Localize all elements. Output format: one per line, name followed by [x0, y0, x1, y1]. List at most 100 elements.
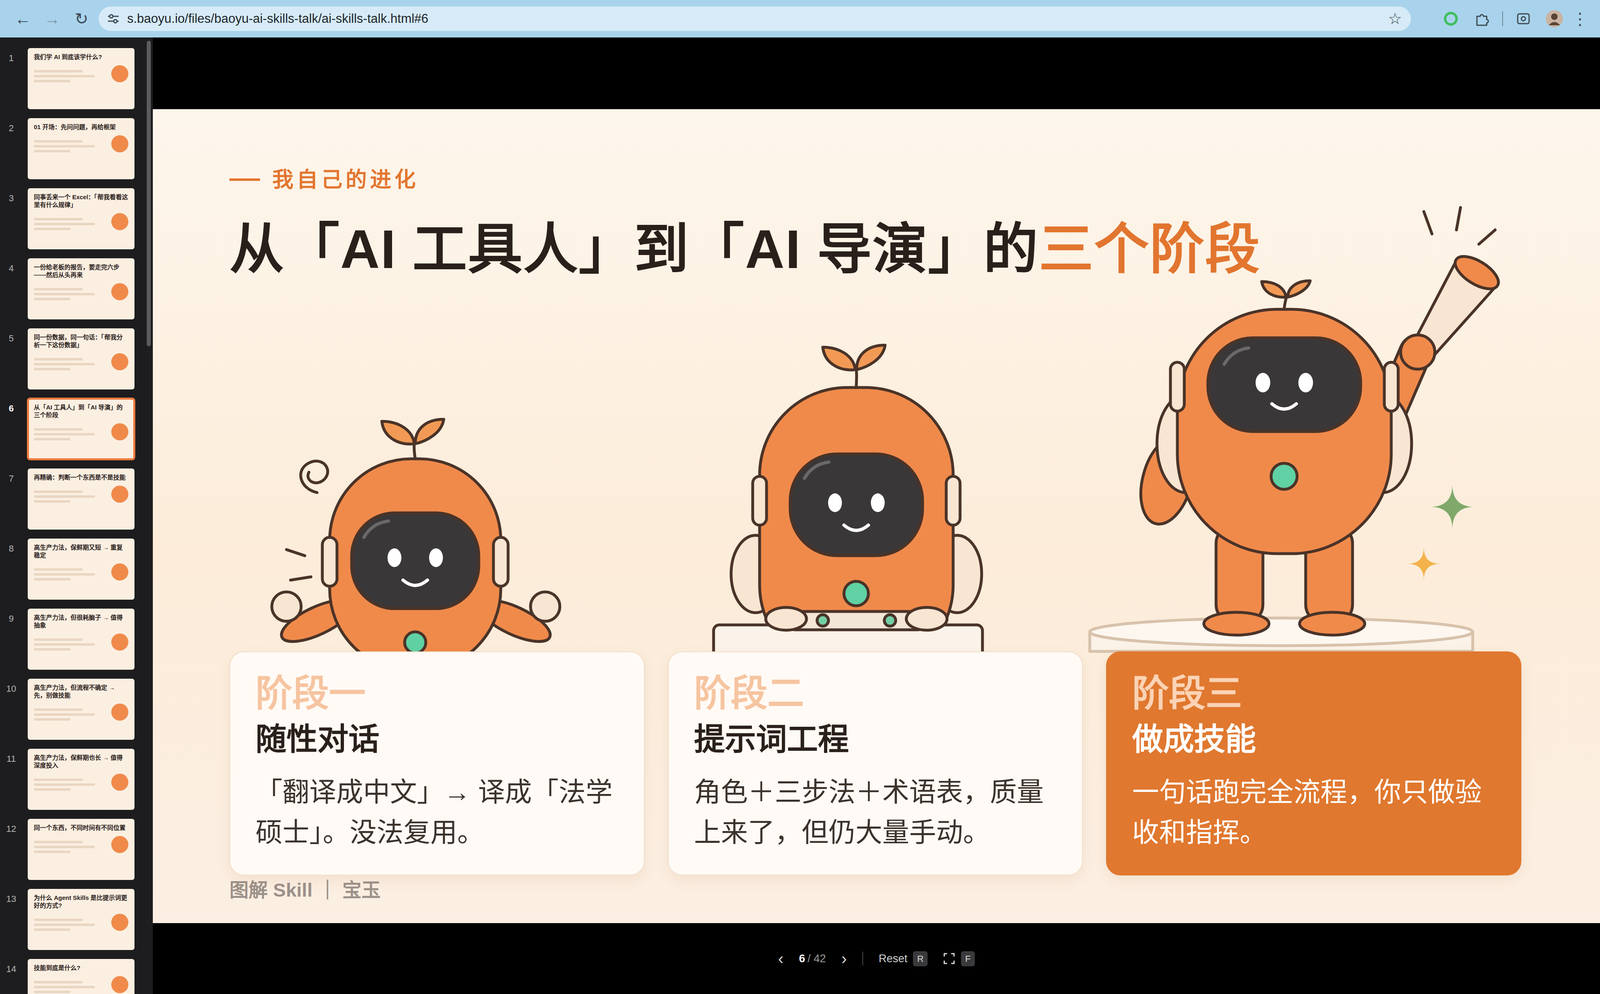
scrollbar-thumb[interactable] [146, 40, 151, 347]
thumbnail-row[interactable]: 12同一个东西，不同时间有不同位置 [0, 819, 153, 881]
thumbnail-row[interactable]: 7再精确：判断一个东西是不是技能 [0, 468, 153, 530]
reload-button[interactable]: ↻ [66, 4, 97, 34]
stage-description: 角色＋三步法＋术语表，质量上来了，但仍大量手动。 [694, 772, 1058, 853]
extension-ring-icon[interactable] [1442, 10, 1459, 27]
thumbnail-row[interactable]: 11高生产力法，保鲜期也长 → 值得深度投入 [0, 749, 153, 811]
extension-slot[interactable] [1466, 4, 1498, 34]
thumbnail-line [33, 363, 95, 366]
url-text[interactable]: s.baoyu.io/files/baoyu-ai-skills-talk/ai… [127, 9, 1382, 29]
thumbnail-line [33, 495, 95, 499]
slide-number: 10 [0, 678, 23, 741]
thumbnail-row[interactable]: 14技能到底是什么? [0, 959, 153, 994]
back-button[interactable]: ← [8, 4, 38, 34]
thumbnail-row[interactable]: 3同事丢来一个 Excel：「帮我看看这里有什么规律」 [0, 188, 153, 250]
slide-counter: 6/ 42 [799, 950, 827, 968]
slide-thumbnail[interactable]: 我们学 AI 到底该学什么? [27, 48, 135, 110]
puzzle-extensions-icon[interactable] [1473, 10, 1490, 27]
thumbnail-line [33, 986, 95, 989]
thumbnail-line [33, 74, 95, 78]
stage-description: 一句话跑完全流程，你只做验收和指挥。 [1132, 772, 1496, 853]
slide-thumbnail[interactable]: 为什么 Agent Skills 是比提示词更好的方式? [27, 889, 135, 951]
thumbnail-row[interactable]: 10 高生产力法，但流程不确定 → 先，别做技能 [0, 678, 153, 741]
slide-thumbnail[interactable]: 01 开场：先问问题，再给框架 [27, 118, 135, 180]
bookmark-star-icon[interactable]: ☆ [1388, 11, 1402, 27]
thumbnail-row[interactable]: 8高生产力法，保鲜期又短 → 重复稳定 [0, 538, 153, 600]
thumbnail-row[interactable]: 13为什么 Agent Skills 是比提示词更好的方式? [0, 889, 153, 951]
kicker-text: 我自己的进化 [272, 167, 419, 193]
slide-number: 14 [0, 959, 23, 994]
thumbnail-line [33, 643, 95, 646]
thumbnail-line [33, 648, 71, 651]
address-bar[interactable]: s.baoyu.io/files/baoyu-ai-skills-talk/ai… [98, 6, 1411, 31]
thumbnail-decor [33, 836, 129, 854]
thumbnail-line [33, 991, 71, 994]
slide-thumbnail[interactable]: 高生产力法，但很耗脑子 → 值得抽象 [27, 608, 135, 670]
thumbnail-row[interactable]: 6从「AI 工具人」到「AI 导演」的三个阶段 [0, 398, 153, 460]
slide-thumbnail[interactable]: 一份给老板的报告，要走完六步——然后从头再来 [27, 258, 135, 320]
previous-slide-button[interactable]: ‹ [777, 950, 784, 968]
slide-thumbnail[interactable]: 同一份数据，同一句话：「帮我分析一下这份数据」 [27, 328, 135, 390]
total-slides: / 42 [807, 950, 827, 968]
slide-thumbnail[interactable]: 技能到底是什么? [27, 959, 135, 994]
slide-thumbnail[interactable]: 高生产力法，保鲜期也长 → 值得深度投入 [27, 749, 135, 811]
thumbnail-lines [33, 841, 95, 854]
slide-number: 12 [0, 819, 23, 881]
thumbnail-row[interactable]: 201 开场：先问问题，再给框架 [0, 118, 153, 180]
thumbnail-decor [33, 65, 129, 83]
side-panel-icon[interactable] [1515, 10, 1532, 27]
thumbnail-row[interactable]: 5同一份数据，同一句话：「帮我分析一下这份数据」 [0, 328, 153, 390]
thumbnail-robot-icon [111, 213, 129, 231]
fullscreen-button[interactable]: F [943, 951, 975, 967]
slide-thumbnail[interactable]: 同事丢来一个 Excel：「帮我看看这里有什么规律」 [27, 188, 135, 250]
thumbnail-robot-icon [111, 423, 129, 441]
slide-thumbnail[interactable]: 从「AI 工具人」到「AI 导演」的三个阶段 [27, 398, 135, 460]
deck-controls: ‹ 6/ 42 › ResetR F [152, 923, 1600, 994]
thumbnail-title: 为什么 Agent Skills 是比提示词更好的方式? [33, 894, 129, 911]
browser-toolbar: ←→↻ s.baoyu.io/files/baoyu-ai-skills-talk… [0, 0, 1600, 38]
stage-card: 阶段一随性对话「翻译成中文」→ 译成「法学硕士」。没法复用。 [229, 651, 645, 876]
thumbnail-lines [33, 981, 95, 994]
thumbnail-lines [33, 778, 95, 792]
thumbnail-lines [33, 140, 95, 153]
fullscreen-icon[interactable] [943, 952, 956, 966]
slide-footer: 图解 Skill ｜ 宝玉 [229, 879, 1522, 902]
thumbnail-line [33, 638, 83, 642]
thumbnail-robot-icon [111, 563, 129, 581]
thumbnail-row[interactable]: 4一份给老板的报告，要走完六步——然后从头再来 [0, 258, 153, 320]
reset-button[interactable]: ResetR [878, 950, 928, 968]
profile-slot[interactable] [1538, 4, 1570, 34]
robot-illustration [667, 280, 1084, 652]
extension-slot[interactable] [1435, 4, 1467, 34]
thumbnail-line [33, 573, 95, 576]
thumbnail-row[interactable]: 1我们学 AI 到底该学什么? [0, 48, 153, 110]
slide-number: 1 [0, 48, 23, 110]
thumbnail-decor [33, 213, 129, 231]
stage-column: 阶段一随性对话「翻译成中文」→ 译成「法学硕士」。没法复用。 [229, 280, 645, 876]
thumbnail-row[interactable]: 9高生产力法，但很耗脑子 → 值得抽象 [0, 608, 153, 670]
thumbnail-line [33, 928, 71, 932]
browser-menu-button[interactable]: ⋮ [1569, 10, 1591, 27]
forward-button: → [37, 4, 67, 34]
slide-thumbnail[interactable]: 高生产力法，保鲜期又短 → 重复稳定 [27, 538, 135, 600]
profile-avatar-icon[interactable] [1545, 9, 1564, 28]
slide-number: 6 [0, 398, 23, 460]
thumbnail-title: 01 开场：先问问题，再给框架 [33, 123, 129, 132]
kicker-rule [229, 178, 261, 181]
next-slide-button[interactable]: › [841, 950, 847, 968]
extension-slot[interactable] [1507, 4, 1539, 34]
stage-label: 阶段三 [1132, 673, 1496, 715]
slide-thumbnail[interactable]: 高生产力法，但流程不确定 → 先，别做技能 [27, 678, 135, 741]
thumbnail-lines [33, 358, 95, 371]
thumbnail-lines [33, 919, 95, 932]
slide-thumbnail[interactable]: 同一个东西，不同时间有不同位置 [27, 819, 135, 881]
thumbnail-line [33, 919, 83, 922]
thumbnail-title: 高生产力法，但流程不确定 → 先，别做技能 [33, 684, 129, 700]
thumbnail-line [33, 850, 71, 854]
megaphone-robot-icon [1106, 280, 1522, 652]
slide-thumbnail[interactable]: 再精确：判断一个东西是不是技能 [27, 468, 135, 530]
site-settings-icon[interactable] [105, 11, 121, 27]
title-part: 三个阶段 [1038, 218, 1261, 280]
slide-number: 8 [0, 538, 23, 600]
thumbnail-lines [33, 288, 95, 301]
thumbnail-title: 高生产力法，但很耗脑子 → 值得抽象 [33, 614, 129, 630]
